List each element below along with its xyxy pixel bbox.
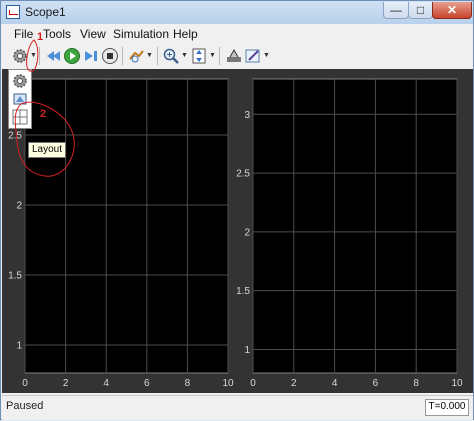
layout-icon[interactable] [11, 108, 29, 126]
style-icon[interactable] [11, 90, 29, 108]
chevron-down-icon[interactable]: ▼ [181, 50, 188, 62]
chevron-down-icon[interactable]: ▼ [209, 50, 216, 62]
x-tick-label: 10 [451, 378, 463, 389]
x-tick-label: 4 [332, 378, 338, 389]
toolbar: ▼ ▼ ▼ ▼ ▼ [2, 44, 472, 69]
y-tick-label: 1 [244, 345, 250, 356]
y-tick-label: 3 [244, 110, 250, 121]
edit-icon[interactable] [244, 47, 262, 65]
scope-window: Scope1 — □ ✕ File Tools View Simulation … [0, 0, 474, 420]
back-step-icon[interactable] [44, 47, 62, 65]
y-tick-label: 2.5 [236, 169, 250, 180]
x-tick-label: 10 [222, 378, 234, 389]
toolbar-separator [39, 47, 40, 65]
x-tick-label: 8 [185, 378, 191, 389]
scope-plot-area: 0 2 4 6 8 10 1 1.5 2 2.5 0 2 4 6 8 10 1 1.5 2 2.5 3 [2, 69, 473, 393]
x-tick-label: 4 [103, 378, 109, 389]
x-tick-label: 6 [144, 378, 150, 389]
menu-view[interactable]: View [80, 27, 106, 41]
y-tick-label: 2 [16, 201, 22, 212]
axes-background [24, 78, 229, 374]
annotation-label-1: 1 [37, 31, 44, 43]
title-bar[interactable]: Scope1 — □ ✕ [1, 1, 473, 24]
toolbar-separator [157, 47, 158, 65]
stop-icon[interactable] [101, 47, 119, 65]
y-tick-label: 1.5 [236, 286, 250, 297]
step-forward-icon[interactable] [82, 47, 100, 65]
run-icon[interactable] [63, 47, 81, 65]
gear-icon[interactable] [11, 47, 29, 65]
status-text: Paused [6, 400, 44, 412]
zoom-icon[interactable] [162, 47, 180, 65]
chevron-down-icon[interactable]: ▼ [30, 50, 37, 62]
close-button[interactable]: ✕ [432, 2, 472, 19]
scale-axes-icon[interactable] [190, 47, 208, 65]
menu-bar: File Tools View Simulation Help [2, 26, 472, 44]
toolbar-separator [219, 47, 220, 65]
y-tick-label: 2 [244, 227, 250, 238]
plot-axes-1: 0 2 4 6 8 10 1 1.5 2 2.5 [8, 78, 234, 389]
y-tick-label: 2.5 [8, 131, 22, 142]
status-bar: Paused T=0.000 [2, 395, 473, 420]
axes-background [252, 78, 458, 374]
x-tick-label: 2 [63, 378, 69, 389]
plot-axes-2: 0 2 4 6 8 10 1 1.5 2 2.5 3 [236, 78, 463, 389]
y-tick-label: 1.5 [8, 271, 22, 282]
toolbar-separator [122, 47, 123, 65]
x-tick-label: 8 [413, 378, 419, 389]
menu-tools[interactable]: Tools [43, 27, 71, 41]
highlight-icon[interactable] [127, 47, 145, 65]
menu-file[interactable]: File [14, 27, 33, 41]
plots-canvas: 0 2 4 6 8 10 1 1.5 2 2.5 0 2 4 6 8 10 1 1.5 2 2.5 3 [8, 78, 463, 389]
x-tick-label: 6 [373, 378, 379, 389]
menu-help[interactable]: Help [173, 27, 198, 41]
simulation-time: T=0.000 [425, 399, 469, 416]
y-tick-label: 1 [16, 341, 22, 352]
menu-simulation[interactable]: Simulation [113, 27, 169, 41]
x-tick-label: 0 [22, 378, 28, 389]
minimize-button[interactable]: — [383, 2, 409, 19]
config-properties-icon[interactable] [11, 72, 29, 90]
toolbar-dropdown-popup [8, 69, 32, 129]
style-icon[interactable] [225, 47, 243, 65]
x-tick-label: 0 [250, 378, 256, 389]
annotation-label-2: 2 [40, 108, 47, 120]
chevron-down-icon[interactable]: ▼ [263, 50, 270, 62]
window-title: Scope1 [25, 5, 66, 19]
chevron-down-icon[interactable]: ▼ [146, 50, 153, 62]
maximize-button[interactable]: □ [408, 2, 433, 19]
layout-tooltip: Layout [28, 142, 67, 158]
x-tick-label: 2 [291, 378, 297, 389]
scope-app-icon [6, 5, 20, 19]
